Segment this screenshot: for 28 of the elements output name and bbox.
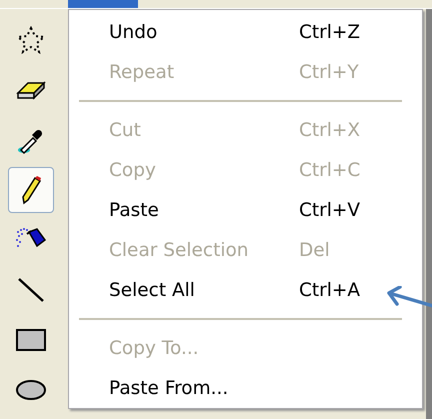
menu-item[interactable]: Paste Ctrl+V: [69, 190, 422, 230]
shortcut-label: Ctrl+Z: [299, 22, 360, 42]
menu-item-label: Copy To...: [109, 338, 200, 358]
shortcut-label: Ctrl+X: [299, 120, 360, 140]
menu-item-label: Cut: [109, 120, 142, 140]
shortcut-label: Ctrl+Y: [299, 62, 359, 82]
menu-item[interactable]: Select All Ctrl+A: [69, 270, 422, 310]
pencil-tool-button[interactable]: [8, 167, 54, 213]
menu-item[interactable]: Undo Ctrl+Z: [69, 12, 422, 52]
ellipse-icon: [15, 379, 47, 401]
line-icon: [16, 276, 46, 304]
pencil-icon: [20, 175, 42, 205]
menu-item[interactable]: Paste From...: [69, 368, 422, 408]
menu-item-label: Select All: [109, 280, 196, 300]
menu-item-label: Paste: [109, 200, 160, 220]
shortcut-label: Ctrl+A: [299, 280, 360, 300]
menu-item-label: Paste From...: [109, 378, 230, 398]
shortcut-label: Ctrl+V: [299, 200, 360, 220]
rectangle-icon: [15, 328, 47, 352]
menu-item-label: Undo: [109, 22, 158, 42]
menu-item-label: Repeat: [109, 62, 176, 82]
eraser-icon: [16, 79, 46, 101]
menu-item-label: Clear Selection: [109, 240, 250, 260]
menu-item-label: Copy: [109, 160, 157, 180]
star-select-icon: [16, 26, 46, 54]
pointer-arrow: [384, 286, 432, 308]
shortcut-label: Ctrl+C: [299, 160, 360, 180]
shortcut-label: Del: [299, 240, 330, 260]
